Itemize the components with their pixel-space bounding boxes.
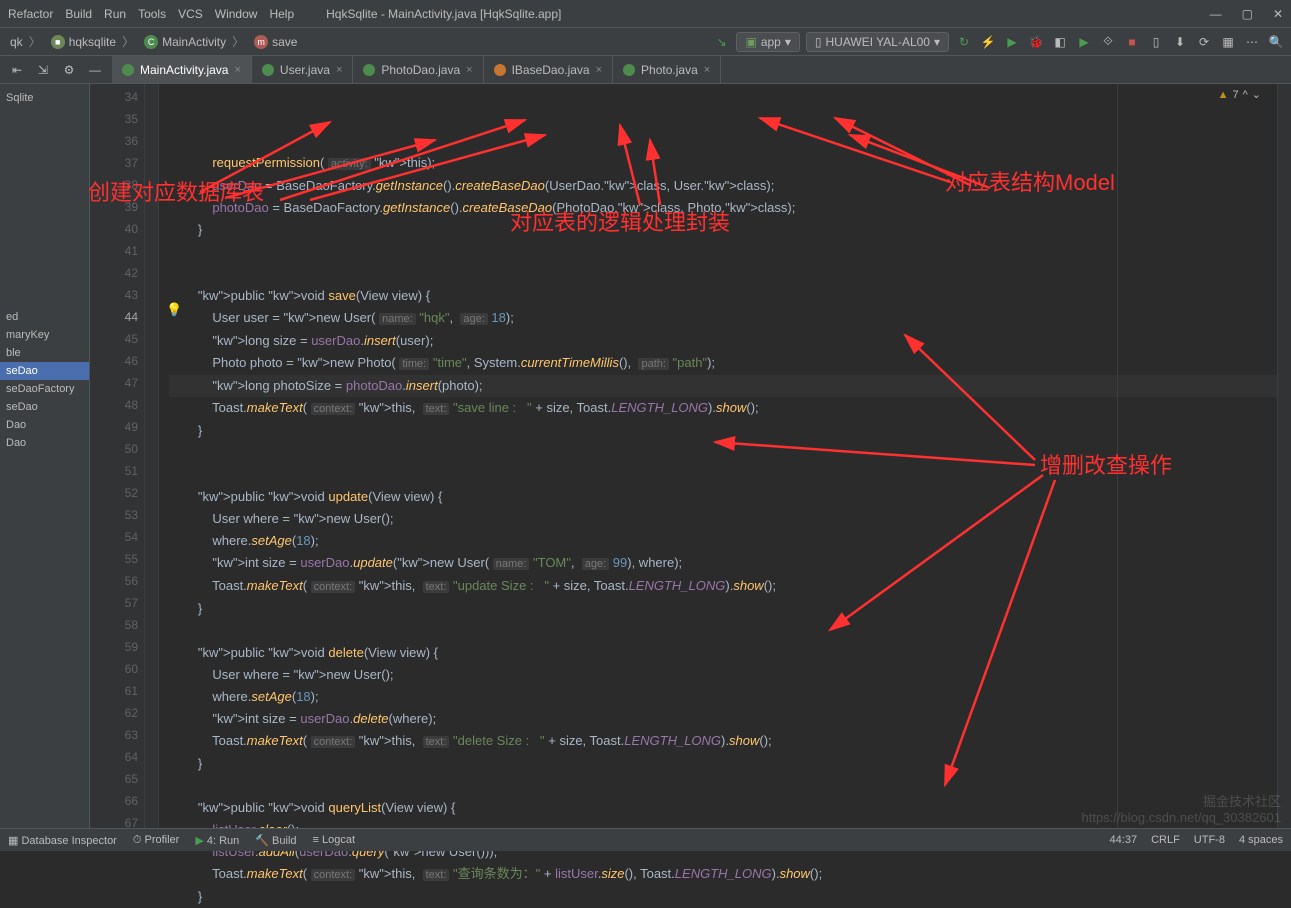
warning-icon: ▲ xyxy=(1218,89,1229,101)
encoding[interactable]: UTF-8 xyxy=(1194,834,1225,846)
toolbox-icon[interactable]: ▦ xyxy=(1219,33,1237,51)
tab-ibase-dao[interactable]: IBaseDao.java× xyxy=(484,56,613,83)
editor-tabs-bar: ⇤ ⇲ ⚙ — MainActivity.java× User.java× Ph… xyxy=(0,56,1291,84)
folder-icon: ■ xyxy=(51,35,65,49)
code-editor[interactable]: 3435363738394041424344454647484950515253… xyxy=(90,84,1291,828)
sidebar-item[interactable]: maryKey xyxy=(0,326,89,344)
project-sidebar[interactable]: Sqlite edmaryKeybleseDaoseDaoFactoryseDa… xyxy=(0,84,90,828)
sidebar-item[interactable]: Dao xyxy=(0,416,89,434)
sdk-manager-icon[interactable]: ⬇ xyxy=(1171,33,1189,51)
cursor-position[interactable]: 44:37 xyxy=(1110,834,1138,846)
sidebar-item[interactable]: ed xyxy=(0,308,89,326)
java-class-icon xyxy=(363,64,375,76)
avd-manager-icon[interactable]: ▯ xyxy=(1147,33,1165,51)
run-config-selector[interactable]: ▣app▾ xyxy=(736,32,799,52)
menu-vcs[interactable]: VCS xyxy=(178,7,203,21)
menu-tools[interactable]: Tools xyxy=(138,7,166,21)
menu-refactor[interactable]: Refactor xyxy=(8,7,53,21)
breadcrumb[interactable]: CMainActivity〉 xyxy=(140,33,250,50)
gear-icon[interactable]: ⚙ xyxy=(60,61,78,79)
method-icon: m xyxy=(254,35,268,49)
make-icon[interactable]: ↘ xyxy=(712,33,730,51)
window-title: HqkSqlite - MainActivity.java [HqkSqlite… xyxy=(326,7,561,21)
apply-changes-button[interactable]: ⚡ xyxy=(979,33,997,51)
line-number-gutter: 3435363738394041424344454647484950515253… xyxy=(90,84,145,828)
tab-photo-dao[interactable]: PhotoDao.java× xyxy=(353,56,483,83)
java-class-icon xyxy=(623,64,635,76)
logcat-tool[interactable]: ≡ Logcat xyxy=(313,834,356,846)
indent[interactable]: 4 spaces xyxy=(1239,834,1283,846)
debug-icon[interactable]: 🐞 xyxy=(1027,33,1045,51)
more-icon[interactable]: ⋯ xyxy=(1243,33,1261,51)
coverage-icon[interactable]: ◧ xyxy=(1051,33,1069,51)
sidebar-item[interactable]: ble xyxy=(0,344,89,362)
sidebar-item[interactable]: Dao xyxy=(0,434,89,452)
fold-gutter[interactable] xyxy=(145,84,159,828)
collapse-icon[interactable]: ⇤ xyxy=(8,61,26,79)
close-icon[interactable]: × xyxy=(336,64,342,76)
device-selector[interactable]: ▯HUAWEI YAL-AL00▾ xyxy=(806,32,949,52)
line-separator[interactable]: CRLF xyxy=(1151,834,1180,846)
tab-photo[interactable]: Photo.java× xyxy=(613,56,721,83)
menu-build[interactable]: Build xyxy=(65,7,92,21)
stop-button[interactable]: ■ xyxy=(1123,33,1141,51)
watermark: 掘金技术社区 https://blog.csdn.net/qq_30382601 xyxy=(1082,794,1282,826)
build-tool[interactable]: 🔨 Build xyxy=(255,834,296,847)
expand-icon[interactable]: ⇲ xyxy=(34,61,52,79)
sidebar-item[interactable]: seDao xyxy=(0,362,89,380)
java-class-icon xyxy=(122,64,134,76)
menu-window[interactable]: Window xyxy=(215,7,258,21)
close-icon[interactable]: × xyxy=(234,64,240,76)
breadcrumb[interactable]: qk〉 xyxy=(6,33,47,50)
inspection-widget[interactable]: ▲7^⌄ xyxy=(1218,88,1261,101)
menu-help[interactable]: Help xyxy=(269,7,294,21)
sidebar-item[interactable]: seDaoFactory xyxy=(0,380,89,398)
database-inspector-tool[interactable]: ▦ Database Inspector xyxy=(8,834,117,847)
class-icon: C xyxy=(144,35,158,49)
error-stripe[interactable] xyxy=(1277,84,1291,828)
attach-debugger-icon[interactable]: ⟐ xyxy=(1099,33,1117,51)
window-minimize-button[interactable]: — xyxy=(1210,7,1222,21)
tab-user[interactable]: User.java× xyxy=(252,56,353,83)
code-area[interactable]: requestPermission( activity: "kw">this);… xyxy=(159,84,1277,828)
hide-icon[interactable]: — xyxy=(86,61,104,79)
tab-main-activity[interactable]: MainActivity.java× xyxy=(112,56,252,83)
editor-tabs: MainActivity.java× User.java× PhotoDao.j… xyxy=(112,56,721,83)
java-class-icon xyxy=(262,64,274,76)
menu-bar: Refactor Build Run Tools VCS Window Help… xyxy=(0,0,1291,28)
breadcrumb[interactable]: msave xyxy=(250,35,301,49)
menu-run[interactable]: Run xyxy=(104,7,126,21)
breadcrumb[interactable]: ■hqksqlite〉 xyxy=(47,33,140,50)
run-tool[interactable]: ▶ 4: Run xyxy=(195,834,239,847)
sidebar-item[interactable]: seDao xyxy=(0,398,89,416)
right-margin-line xyxy=(1117,84,1118,828)
close-icon[interactable]: × xyxy=(596,64,602,76)
close-icon[interactable]: × xyxy=(704,64,710,76)
navigation-bar: qk〉 ■hqksqlite〉 CMainActivity〉 msave ↘ ▣… xyxy=(0,28,1291,56)
search-icon[interactable]: 🔍 xyxy=(1267,33,1285,51)
status-bar: ▦ Database Inspector ⏱ Profiler ▶ 4: Run… xyxy=(0,828,1291,851)
run-icon[interactable]: ▶ xyxy=(1003,33,1021,51)
close-icon[interactable]: × xyxy=(466,64,472,76)
profile-icon[interactable]: ▶ xyxy=(1075,33,1093,51)
run-button[interactable]: ↻ xyxy=(955,33,973,51)
window-maximize-button[interactable]: ▢ xyxy=(1242,7,1253,21)
sidebar-header: Sqlite xyxy=(0,88,89,108)
interface-icon xyxy=(494,64,506,76)
profiler-tool[interactable]: ⏱ Profiler xyxy=(133,834,179,847)
sync-icon[interactable]: ⟳ xyxy=(1195,33,1213,51)
intention-bulb-icon[interactable]: 💡 xyxy=(166,302,182,318)
window-close-button[interactable]: ✕ xyxy=(1273,7,1283,21)
